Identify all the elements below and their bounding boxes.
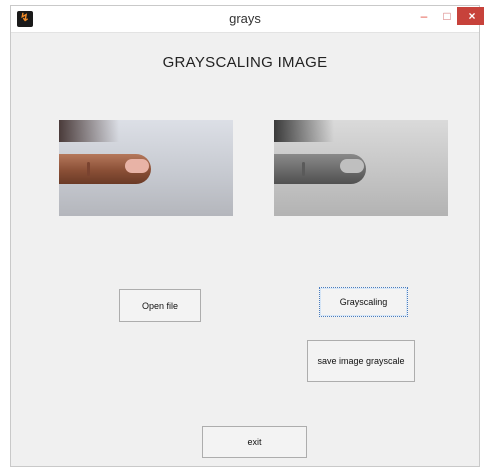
- page-title: GRAYSCALING IMAGE: [162, 54, 328, 71]
- open-file-button[interactable]: Open file: [119, 289, 201, 322]
- finger-knuckle: [87, 162, 90, 176]
- original-image: [59, 120, 233, 216]
- close-button[interactable]: ×: [457, 7, 484, 25]
- window-title: grays: [229, 11, 261, 26]
- minimize-button[interactable]: –: [413, 6, 435, 26]
- fingernail: [340, 159, 364, 173]
- save-grayscale-button[interactable]: save image grayscale: [307, 340, 415, 382]
- image-shadow: [274, 120, 334, 142]
- image-shadow: [59, 120, 119, 142]
- maximize-button[interactable]: □: [436, 6, 458, 26]
- app-window: ↯ grays – □ × GRAYSCALING IMAGE Open fil…: [10, 5, 484, 467]
- finger-knuckle: [302, 162, 305, 176]
- grayscale-image: [274, 120, 448, 216]
- fingernail: [125, 159, 149, 173]
- title-bar: ↯ grays – □ ×: [11, 6, 484, 33]
- exit-button[interactable]: exit: [202, 426, 307, 458]
- grayscaling-button[interactable]: Grayscaling: [319, 287, 408, 317]
